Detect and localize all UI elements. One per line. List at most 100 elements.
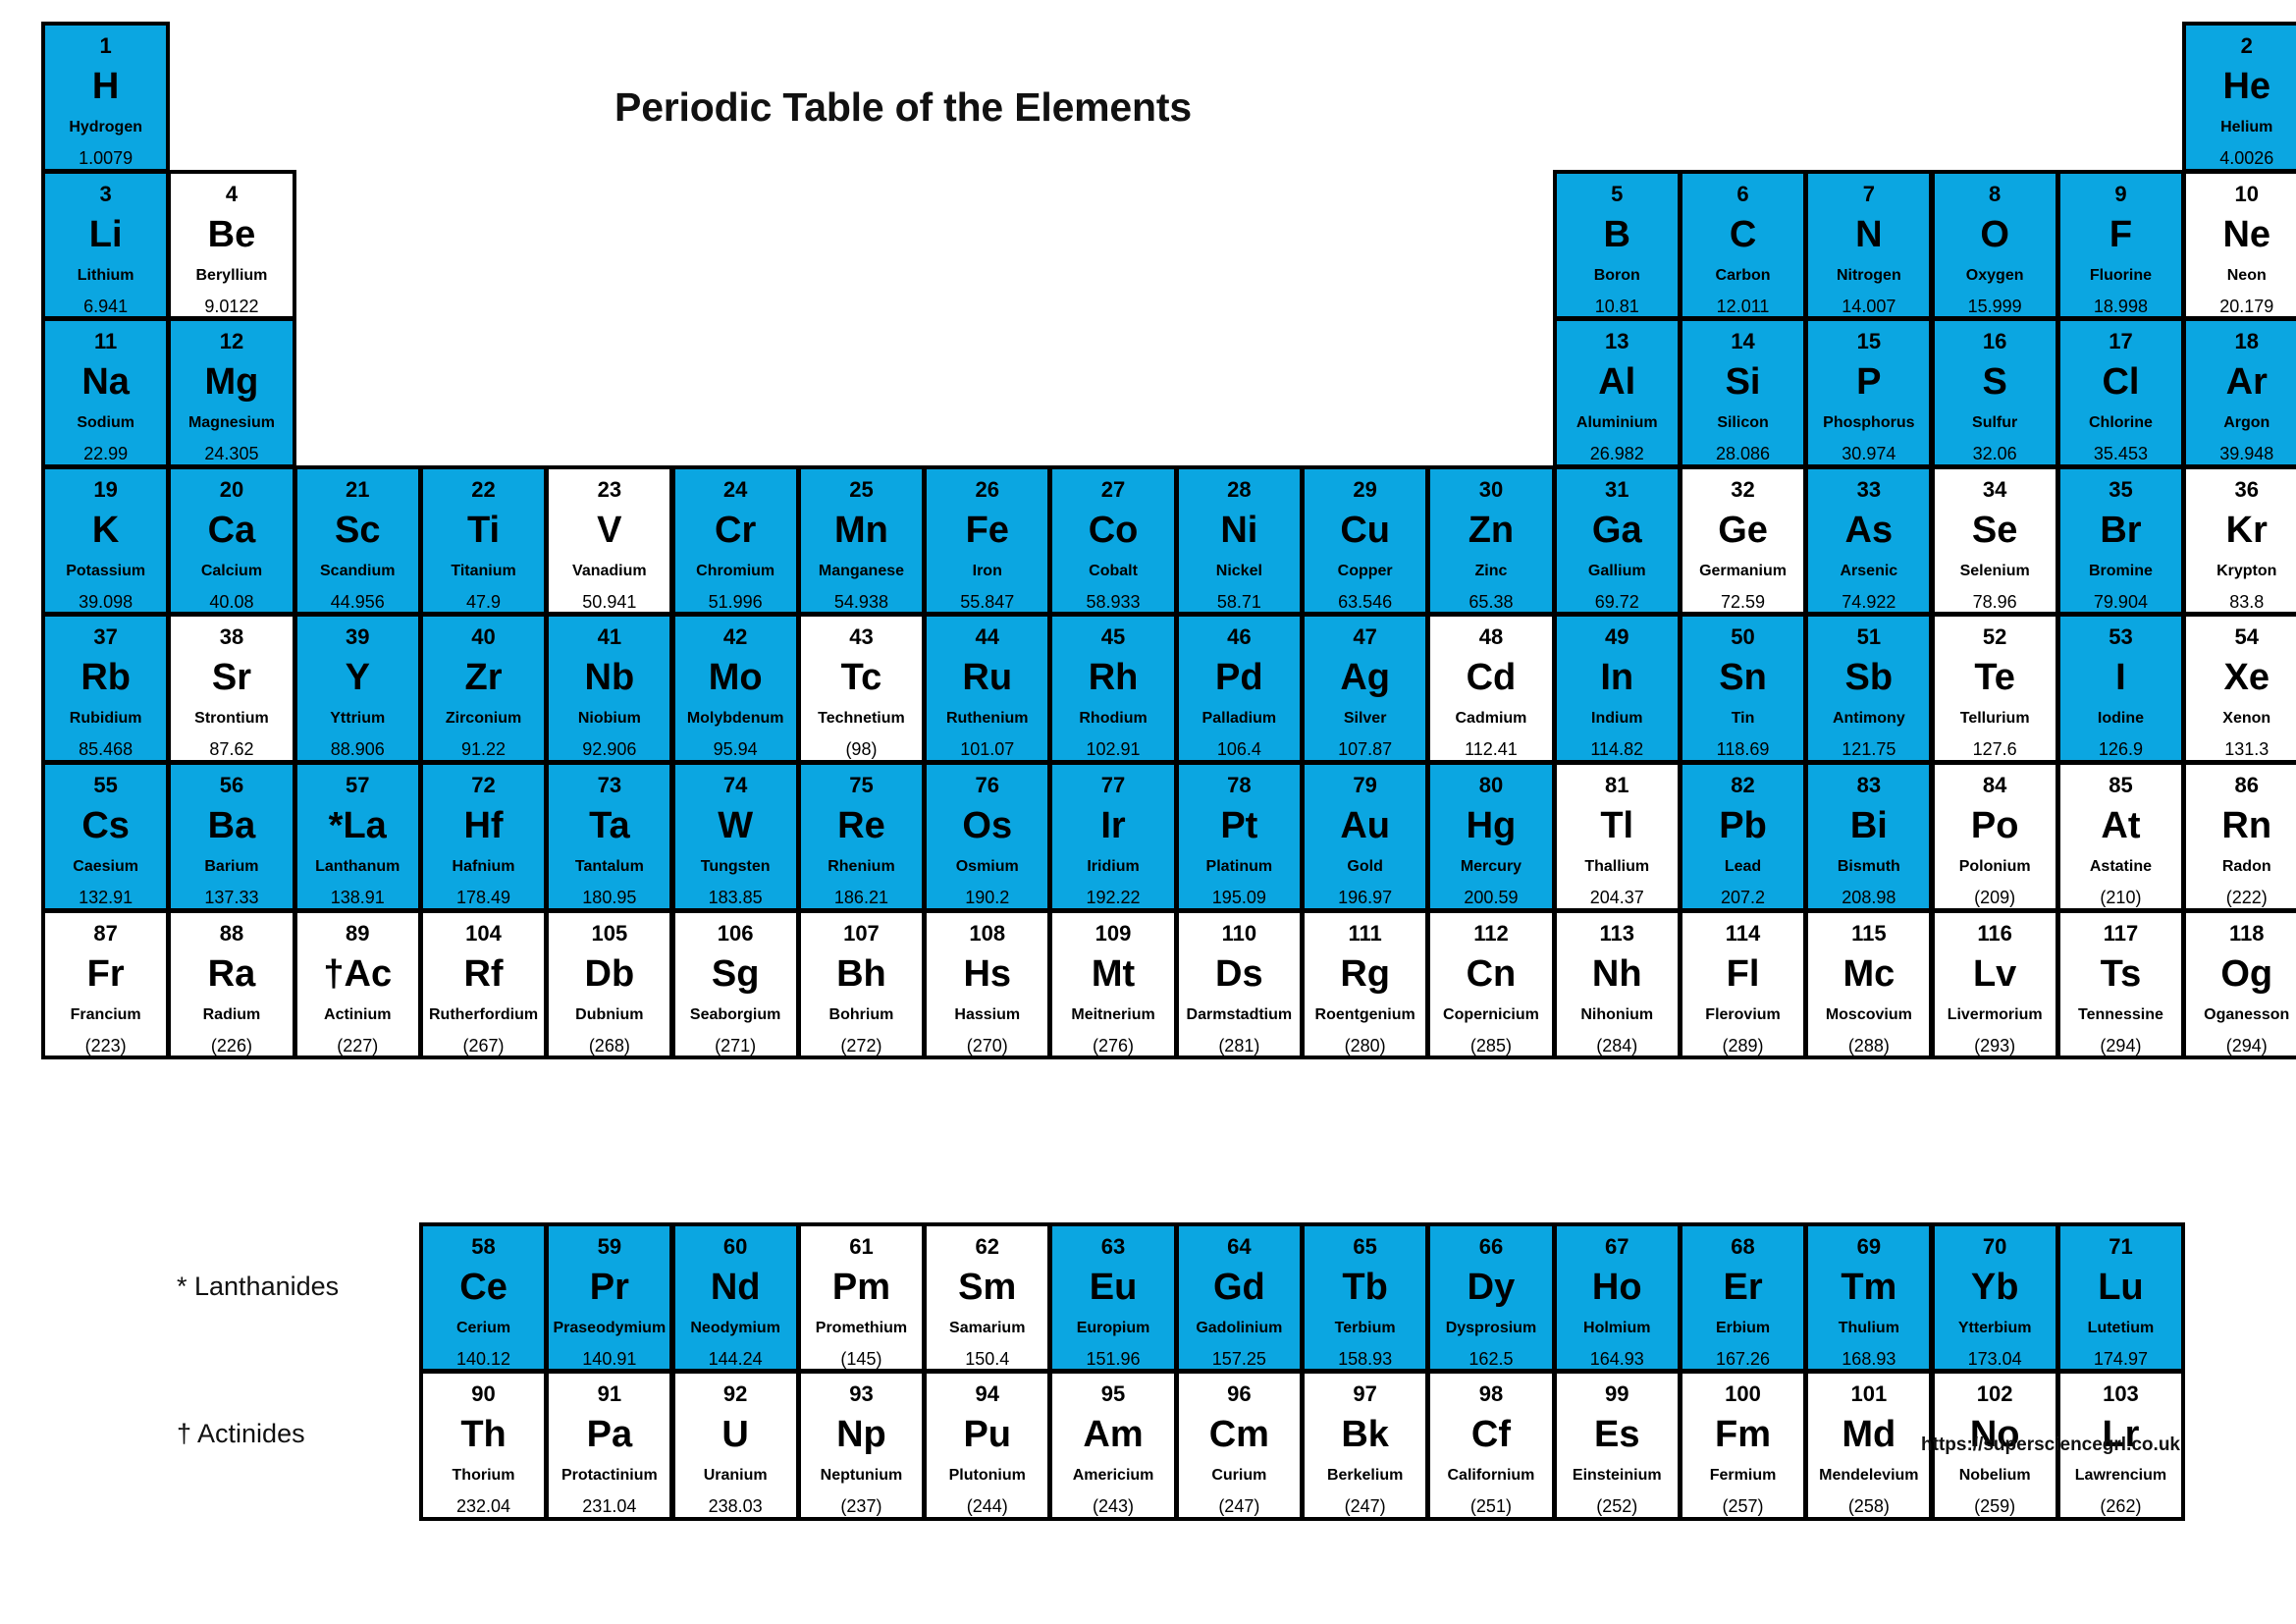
- element-cell[interactable]: 21 Sc Scandium 44.956: [293, 464, 422, 617]
- element-cell[interactable]: 35 Br Bromine 79.904: [2056, 464, 2186, 617]
- element-cell[interactable]: 30 Zn Zinc 65.38: [1426, 464, 1556, 617]
- element-cell[interactable]: 107 Bh Bohrium (272): [796, 908, 927, 1060]
- element-cell[interactable]: 100 Fm Fermium (257): [1678, 1370, 1808, 1521]
- element-cell[interactable]: 85 At Astatine (210): [2056, 761, 2186, 912]
- element-cell[interactable]: 17 Cl Chlorine 35.453: [2056, 317, 2186, 468]
- element-cell[interactable]: 70 Yb Ytterbium 173.04: [1930, 1221, 2059, 1374]
- element-cell[interactable]: 55 Cs Caesium 132.91: [41, 761, 171, 912]
- element-cell[interactable]: 51 Sb Antimony 121.75: [1804, 613, 1934, 764]
- element-cell[interactable]: 61 Pm Promethium (145): [796, 1221, 927, 1374]
- element-cell[interactable]: 12 Mg Magnesium 24.305: [167, 317, 296, 468]
- element-cell[interactable]: 57 *La Lanthanum 138.91: [293, 761, 422, 912]
- element-cell[interactable]: 54 Xe Xenon 131.3: [2182, 613, 2296, 764]
- element-cell[interactable]: 79 Au Gold 196.97: [1301, 761, 1430, 912]
- element-cell[interactable]: 73 Ta Tantalum 180.95: [545, 761, 674, 912]
- element-cell[interactable]: 66 Dy Dysprosium 162.5: [1426, 1221, 1556, 1374]
- element-cell[interactable]: 39 Y Yttrium 88.906: [293, 613, 422, 764]
- element-cell[interactable]: 32 Ge Germanium 72.59: [1678, 464, 1808, 617]
- element-cell[interactable]: 22 Ti Titanium 47.9: [418, 464, 549, 617]
- element-cell[interactable]: 34 Se Selenium 78.96: [1930, 464, 2059, 617]
- element-cell[interactable]: 99 Es Einsteinium (252): [1552, 1370, 1682, 1521]
- element-cell[interactable]: 45 Rh Rhodium 102.91: [1048, 613, 1178, 764]
- element-cell[interactable]: 78 Pt Platinum 195.09: [1174, 761, 1304, 912]
- element-cell[interactable]: 95 Am Americium (243): [1048, 1370, 1178, 1521]
- element-cell[interactable]: 86 Rn Radon (222): [2182, 761, 2296, 912]
- element-cell[interactable]: 65 Tb Terbium 158.93: [1301, 1221, 1430, 1374]
- element-cell[interactable]: 7 N Nitrogen 14.007: [1804, 169, 1934, 321]
- element-cell[interactable]: 3 Li Lithium 6.941: [41, 169, 171, 321]
- element-cell[interactable]: 16 S Sulfur 32.06: [1930, 317, 2059, 468]
- element-cell[interactable]: 15 P Phosphorus 30.974: [1804, 317, 1934, 468]
- element-cell[interactable]: 2 He Helium 4.0026: [2182, 22, 2296, 173]
- element-cell[interactable]: 60 Nd Neodymium 144.24: [670, 1221, 800, 1374]
- element-cell[interactable]: 63 Eu Europium 151.96: [1048, 1221, 1178, 1374]
- element-cell[interactable]: 8 O Oxygen 15.999: [1930, 169, 2059, 321]
- element-cell[interactable]: 109 Mt Meitnerium (276): [1048, 908, 1178, 1060]
- element-cell[interactable]: 6 C Carbon 12.011: [1678, 169, 1808, 321]
- element-cell[interactable]: 41 Nb Niobium 92.906: [545, 613, 674, 764]
- element-cell[interactable]: 114 Fl Flerovium (289): [1678, 908, 1808, 1060]
- element-cell[interactable]: 77 Ir Iridium 192.22: [1048, 761, 1178, 912]
- element-cell[interactable]: 96 Cm Curium (247): [1174, 1370, 1304, 1521]
- element-cell[interactable]: 105 Db Dubnium (268): [545, 908, 674, 1060]
- element-cell[interactable]: 92 U Uranium 238.03: [670, 1370, 800, 1521]
- element-cell[interactable]: 5 B Boron 10.81: [1552, 169, 1682, 321]
- element-cell[interactable]: 36 Kr Krypton 83.8: [2182, 464, 2296, 617]
- element-cell[interactable]: 26 Fe Iron 55.847: [923, 464, 1052, 617]
- element-cell[interactable]: 74 W Tungsten 183.85: [670, 761, 800, 912]
- element-cell[interactable]: 44 Ru Ruthenium 101.07: [923, 613, 1052, 764]
- element-cell[interactable]: 110 Ds Darmstadtium (281): [1174, 908, 1304, 1060]
- element-cell[interactable]: 59 Pr Praseodymium 140.91: [545, 1221, 674, 1374]
- element-cell[interactable]: 112 Cn Copernicium (285): [1426, 908, 1556, 1060]
- element-cell[interactable]: 43 Tc Technetium (98): [796, 613, 927, 764]
- element-cell[interactable]: 84 Po Polonium (209): [1930, 761, 2059, 912]
- element-cell[interactable]: 82 Pb Lead 207.2: [1678, 761, 1808, 912]
- element-cell[interactable]: 104 Rf Rutherfordium (267): [418, 908, 549, 1060]
- element-cell[interactable]: 23 V Vanadium 50.941: [545, 464, 674, 617]
- element-cell[interactable]: 94 Pu Plutonium (244): [923, 1370, 1052, 1521]
- element-cell[interactable]: 81 Tl Thallium 204.37: [1552, 761, 1682, 912]
- element-cell[interactable]: 38 Sr Strontium 87.62: [167, 613, 296, 764]
- element-cell[interactable]: 67 Ho Holmium 164.93: [1552, 1221, 1682, 1374]
- element-cell[interactable]: 27 Co Cobalt 58.933: [1048, 464, 1178, 617]
- element-cell[interactable]: 113 Nh Nihonium (284): [1552, 908, 1682, 1060]
- element-cell[interactable]: 98 Cf Californium (251): [1426, 1370, 1556, 1521]
- element-cell[interactable]: 31 Ga Gallium 69.72: [1552, 464, 1682, 617]
- element-cell[interactable]: 87 Fr Francium (223): [41, 908, 171, 1060]
- element-cell[interactable]: 1 H Hydrogen 1.0079: [41, 22, 171, 173]
- element-cell[interactable]: 46 Pd Palladium 106.4: [1174, 613, 1304, 764]
- element-cell[interactable]: 69 Tm Thulium 168.93: [1804, 1221, 1934, 1374]
- element-cell[interactable]: 72 Hf Hafnium 178.49: [418, 761, 549, 912]
- element-cell[interactable]: 111 Rg Roentgenium (280): [1301, 908, 1430, 1060]
- element-cell[interactable]: 50 Sn Tin 118.69: [1678, 613, 1808, 764]
- element-cell[interactable]: 71 Lu Lutetium 174.97: [2056, 1221, 2186, 1374]
- element-cell[interactable]: 19 K Potassium 39.098: [41, 464, 171, 617]
- element-cell[interactable]: 76 Os Osmium 190.2: [923, 761, 1052, 912]
- element-cell[interactable]: 88 Ra Radium (226): [167, 908, 296, 1060]
- element-cell[interactable]: 97 Bk Berkelium (247): [1301, 1370, 1430, 1521]
- element-cell[interactable]: 106 Sg Seaborgium (271): [670, 908, 800, 1060]
- element-cell[interactable]: 101 Md Mendelevium (258): [1804, 1370, 1934, 1521]
- element-cell[interactable]: 83 Bi Bismuth 208.98: [1804, 761, 1934, 912]
- element-cell[interactable]: 28 Ni Nickel 58.71: [1174, 464, 1304, 617]
- element-cell[interactable]: 33 As Arsenic 74.922: [1804, 464, 1934, 617]
- element-cell[interactable]: 11 Na Sodium 22.99: [41, 317, 171, 468]
- element-cell[interactable]: 108 Hs Hassium (270): [923, 908, 1052, 1060]
- element-cell[interactable]: 118 Og Oganesson (294): [2182, 908, 2296, 1060]
- element-cell[interactable]: 24 Cr Chromium 51.996: [670, 464, 800, 617]
- element-cell[interactable]: 117 Ts Tennessine (294): [2056, 908, 2186, 1060]
- element-cell[interactable]: 52 Te Tellurium 127.6: [1930, 613, 2059, 764]
- element-cell[interactable]: 9 F Fluorine 18.998: [2056, 169, 2186, 321]
- element-cell[interactable]: 42 Mo Molybdenum 95.94: [670, 613, 800, 764]
- element-cell[interactable]: 53 I Iodine 126.9: [2056, 613, 2186, 764]
- element-cell[interactable]: 75 Re Rhenium 186.21: [796, 761, 927, 912]
- element-cell[interactable]: 40 Zr Zirconium 91.22: [418, 613, 549, 764]
- element-cell[interactable]: 14 Si Silicon 28.086: [1678, 317, 1808, 468]
- element-cell[interactable]: 62 Sm Samarium 150.4: [923, 1221, 1052, 1374]
- element-cell[interactable]: 20 Ca Calcium 40.08: [167, 464, 296, 617]
- element-cell[interactable]: 4 Be Beryllium 9.0122: [167, 169, 296, 321]
- element-cell[interactable]: 90 Th Thorium 232.04: [418, 1370, 549, 1521]
- element-cell[interactable]: 68 Er Erbium 167.26: [1678, 1221, 1808, 1374]
- element-cell[interactable]: 89 †Ac Actinium (227): [293, 908, 422, 1060]
- element-cell[interactable]: 64 Gd Gadolinium 157.25: [1174, 1221, 1304, 1374]
